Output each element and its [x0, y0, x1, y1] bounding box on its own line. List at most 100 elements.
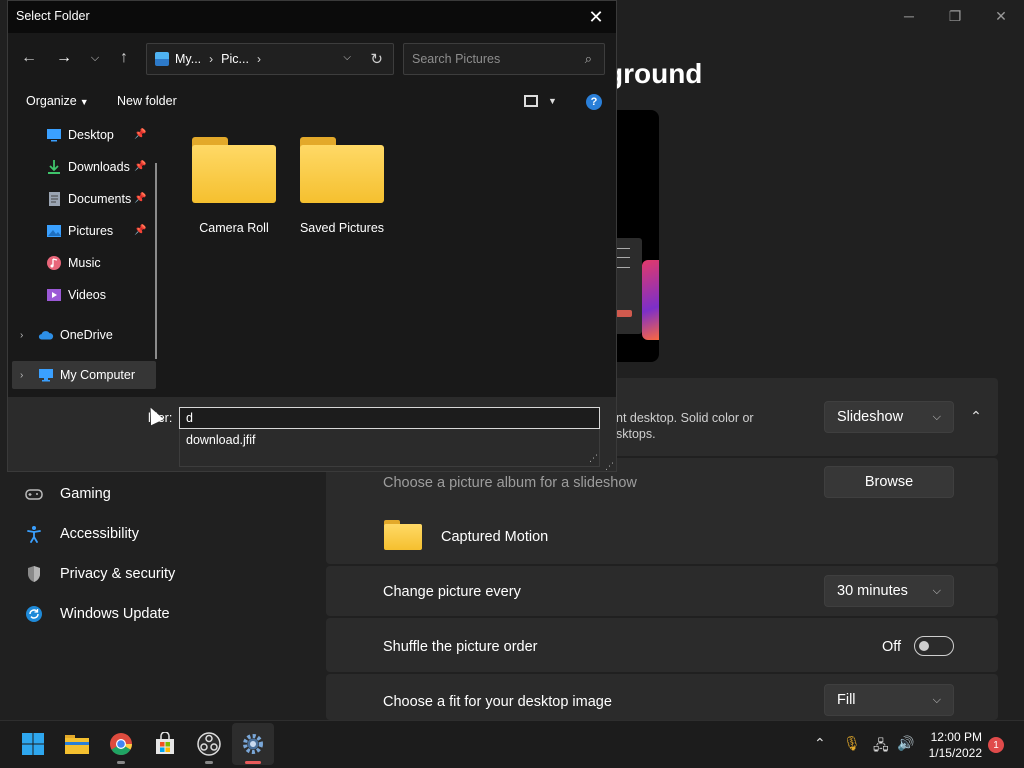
running-indicator — [117, 761, 125, 764]
fit-dropdown[interactable]: Fill ⌵ — [824, 684, 954, 716]
recent-locations-chevron-icon[interactable]: ⌵ — [84, 47, 106, 69]
collapse-chevron-up-icon[interactable]: ⌃ — [962, 402, 990, 430]
nav-item-label: Documents — [68, 192, 132, 206]
toggle-knob — [919, 641, 929, 651]
sidebar-item-gaming[interactable]: Gaming — [24, 482, 111, 506]
pin-icon[interactable]: 📌 — [134, 161, 146, 172]
chevron-down-icon: ⌵ — [932, 584, 941, 597]
browse-button[interactable]: Browse — [824, 466, 954, 498]
change-picture-label: Change picture every — [383, 584, 521, 600]
nav-item-label: My Computer — [60, 368, 136, 382]
folder-icon — [192, 137, 276, 203]
clock[interactable]: 12:00 PM 1/15/2022 — [929, 729, 982, 761]
desktop-icon — [46, 127, 62, 143]
nav-item-videos[interactable]: Videos — [46, 284, 106, 306]
obs-icon[interactable] — [196, 731, 222, 757]
address-history-chevron-icon[interactable]: ⌵ — [343, 52, 351, 63]
back-arrow-icon[interactable]: ← — [18, 47, 40, 69]
search-placeholder: Search Pictures — [412, 52, 501, 66]
navigation-scrollbar[interactable] — [155, 163, 157, 359]
nav-item-music[interactable]: Music — [46, 252, 101, 274]
refresh-icon[interactable]: ↻ — [370, 50, 383, 68]
nav-item-documents[interactable]: Documents — [46, 188, 131, 210]
microphone-icon[interactable]: 🎙 — [843, 735, 861, 752]
pin-icon[interactable]: 📌 — [134, 193, 146, 204]
background-description-line1: nt desktop. Solid color or — [616, 411, 754, 425]
accessibility-icon — [24, 524, 44, 544]
folder-contents-pane: Camera Roll Saved Pictures — [166, 119, 616, 397]
expand-chevron-icon[interactable]: › — [20, 330, 23, 341]
page-title: ground — [606, 58, 703, 89]
gamepad-icon — [24, 484, 44, 504]
organize-label: Organize — [26, 94, 77, 108]
resize-grip-icon[interactable]: ⋰ — [589, 453, 598, 464]
preview-taskbar-chip — [616, 310, 632, 317]
volume-icon[interactable]: 🔊 — [897, 735, 914, 752]
computer-icon — [38, 367, 54, 383]
sidebar-item-label: Gaming — [60, 486, 111, 502]
change-picture-value: 30 minutes — [837, 583, 908, 599]
running-indicator — [205, 761, 213, 764]
notification-badge[interactable]: 1 — [988, 737, 1004, 753]
shield-icon — [24, 564, 44, 584]
nav-item-label: Pictures — [68, 224, 114, 238]
folder-tile-camera-roll[interactable]: Camera Roll — [184, 137, 284, 235]
slideshow-album-card: Choose a picture album for a slideshow B… — [326, 458, 998, 564]
nav-item-desktop[interactable]: Desktop — [46, 124, 114, 146]
folder-label: Camera Roll — [199, 221, 269, 235]
organize-button[interactable]: Organize ▼ — [26, 94, 89, 108]
shuffle-toggle[interactable] — [914, 636, 954, 656]
nav-item-my-computer[interactable]: My Computer — [38, 364, 135, 386]
autocomplete-item[interactable]: download.jfif — [186, 433, 256, 447]
nav-item-label: Videos — [68, 288, 106, 302]
documents-icon — [46, 191, 62, 207]
sidebar-item-windows-update[interactable]: Windows Update — [24, 602, 170, 626]
pin-icon[interactable]: 📌 — [134, 225, 146, 236]
show-hidden-icons-chevron-icon[interactable]: ⌃ — [814, 735, 826, 752]
chevron-down-icon: ▼ — [79, 97, 89, 107]
dialog-resize-grip-icon[interactable]: ⋰ — [605, 461, 614, 472]
forward-arrow-icon[interactable]: → — [53, 47, 75, 69]
pictures-location-icon — [155, 52, 169, 66]
folder-name-input[interactable] — [179, 407, 600, 429]
change-picture-dropdown[interactable]: 30 minutes ⌵ — [824, 575, 954, 607]
breadcrumb-segment[interactable]: Pic... — [221, 52, 249, 66]
breadcrumb-separator-icon[interactable]: › — [257, 52, 261, 66]
folder-icon — [300, 137, 384, 203]
address-bar[interactable]: My... › Pic... › ⌵ ↻ — [146, 43, 394, 75]
update-icon — [24, 604, 44, 624]
select-folder-dialog: Select Folder ✕ ← → ⌵ ↑ My... › Pic... ›… — [7, 0, 617, 472]
breadcrumb-segment[interactable]: My... — [175, 52, 201, 66]
minimize-button[interactable]: ─ — [886, 0, 932, 32]
help-icon[interactable]: ? — [586, 94, 602, 110]
maximize-button[interactable]: ❐ — [932, 0, 978, 32]
settings-gear-icon[interactable] — [240, 731, 266, 757]
dialog-navigation-bar: ← → ⌵ ↑ My... › Pic... › ⌵ ↻ Search Pict… — [8, 33, 616, 85]
pin-icon[interactable]: 📌 — [134, 129, 146, 140]
view-mode-icon[interactable] — [524, 95, 538, 107]
up-arrow-icon[interactable]: ↑ — [113, 47, 135, 69]
album-instruction: Choose a picture album for a slideshow — [383, 475, 637, 491]
network-icon[interactable]: 🖧 — [873, 735, 889, 759]
background-type-dropdown[interactable]: Slideshow ⌵ — [824, 401, 954, 433]
sidebar-item-accessibility[interactable]: Accessibility — [24, 522, 139, 546]
nav-item-onedrive[interactable]: OneDrive — [38, 324, 113, 346]
downloads-icon — [46, 159, 62, 175]
file-explorer-icon[interactable] — [64, 731, 90, 757]
expand-chevron-icon[interactable]: › — [20, 370, 23, 381]
music-icon — [46, 255, 62, 271]
clock-time: 12:00 PM — [930, 730, 982, 744]
chrome-icon[interactable] — [108, 731, 134, 757]
nav-item-pictures[interactable]: Pictures — [46, 220, 113, 242]
dialog-title: Select Folder — [16, 9, 90, 23]
dialog-close-icon[interactable]: ✕ — [584, 5, 608, 29]
close-button[interactable]: ✕ — [978, 0, 1024, 32]
folder-tile-saved-pictures[interactable]: Saved Pictures — [292, 137, 392, 235]
microsoft-store-icon[interactable] — [152, 731, 178, 757]
nav-item-downloads[interactable]: Downloads — [46, 156, 130, 178]
view-options-chevron-icon[interactable]: ▼ — [548, 96, 557, 106]
start-windows-icon[interactable] — [20, 731, 46, 757]
sidebar-item-privacy-security[interactable]: Privacy & security — [24, 562, 175, 586]
search-input[interactable]: Search Pictures ⌕ — [403, 43, 605, 75]
new-folder-button[interactable]: New folder — [117, 94, 177, 108]
